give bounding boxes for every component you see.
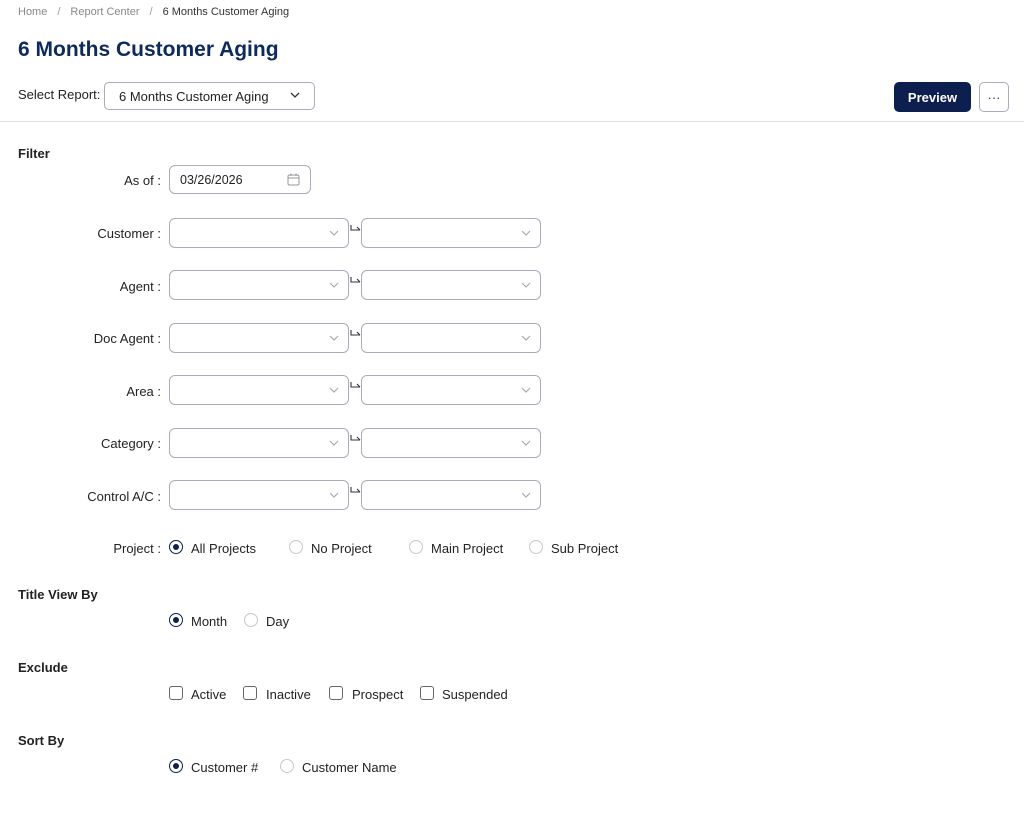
report-select[interactable]: 6 Months Customer Aging xyxy=(104,82,315,110)
control-ac-to-dropdown[interactable] xyxy=(361,480,541,510)
project-all-radio[interactable] xyxy=(169,540,183,554)
more-icon: ··· xyxy=(987,89,1001,105)
exclude-inactive-label[interactable]: Inactive xyxy=(266,687,311,702)
breadcrumb-current: 6 Months Customer Aging xyxy=(162,6,290,18)
exclude-active-label[interactable]: Active xyxy=(191,687,226,702)
preview-button[interactable]: Preview xyxy=(894,82,971,112)
range-arrow-icon xyxy=(350,277,361,283)
chevron-down-icon xyxy=(329,440,339,446)
agent-from-dropdown[interactable] xyxy=(169,270,349,300)
range-arrow-icon xyxy=(350,330,361,336)
breadcrumb-home-link[interactable]: Home xyxy=(18,6,47,18)
customer-from-dropdown[interactable] xyxy=(169,218,349,248)
chevron-down-icon xyxy=(521,230,531,236)
control-ac-range-label: Control A/C : xyxy=(87,489,161,504)
project-label: Project : xyxy=(113,541,161,556)
project-none-radio[interactable] xyxy=(289,540,303,554)
agent-to-dropdown[interactable] xyxy=(361,270,541,300)
doc-agent-from-dropdown[interactable] xyxy=(169,323,349,353)
control-ac-from-dropdown[interactable] xyxy=(169,480,349,510)
category-range-label: Category : xyxy=(101,436,161,451)
breadcrumb-separator: / xyxy=(149,6,153,18)
sort-customer-number-radio[interactable] xyxy=(169,759,183,773)
chevron-down-icon xyxy=(329,387,339,393)
doc-agent-range-label: Doc Agent : xyxy=(93,331,161,346)
chevron-down-icon xyxy=(290,92,300,98)
chevron-down-icon xyxy=(521,335,531,341)
view-month-radio[interactable] xyxy=(169,613,183,627)
calendar-icon[interactable] xyxy=(287,173,300,186)
chevron-down-icon xyxy=(329,335,339,341)
page-title: 6 Months Customer Aging xyxy=(18,38,279,61)
project-main-radio[interactable] xyxy=(409,540,423,554)
chevron-down-icon xyxy=(521,282,531,288)
project-none-label[interactable]: No Project xyxy=(311,541,372,556)
range-arrow-icon xyxy=(350,487,361,493)
range-arrow-icon xyxy=(350,225,361,231)
project-all-label[interactable]: All Projects xyxy=(191,541,256,556)
chevron-down-icon xyxy=(329,492,339,498)
filter-heading: Filter xyxy=(18,146,50,161)
exclude-suspended-checkbox[interactable] xyxy=(420,686,434,700)
report-select-value: 6 Months Customer Aging xyxy=(119,88,269,104)
exclude-inactive-checkbox[interactable] xyxy=(243,686,257,700)
title-view-by-heading: Title View By xyxy=(18,587,98,602)
toolbar-divider xyxy=(0,121,1024,122)
view-day-radio[interactable] xyxy=(244,613,258,627)
exclude-active-checkbox[interactable] xyxy=(169,686,183,700)
breadcrumb: Home / Report Center / 6 Months Customer… xyxy=(18,6,289,18)
more-options-button[interactable]: ··· xyxy=(979,82,1009,112)
exclude-heading: Exclude xyxy=(18,660,68,675)
project-main-label[interactable]: Main Project xyxy=(431,541,503,556)
view-month-label[interactable]: Month xyxy=(191,614,227,629)
category-from-dropdown[interactable] xyxy=(169,428,349,458)
as-of-date-value: 03/26/2026 xyxy=(180,172,243,187)
view-day-label[interactable]: Day xyxy=(266,614,289,629)
range-arrow-icon xyxy=(350,382,361,388)
as-of-date-input[interactable]: 03/26/2026 xyxy=(169,165,311,194)
doc-agent-to-dropdown[interactable] xyxy=(361,323,541,353)
exclude-prospect-label[interactable]: Prospect xyxy=(352,687,403,702)
breadcrumb-separator: / xyxy=(57,6,61,18)
sort-customer-number-label[interactable]: Customer # xyxy=(191,760,258,775)
sort-customer-name-label[interactable]: Customer Name xyxy=(302,760,397,775)
chevron-down-icon xyxy=(521,440,531,446)
customer-range-label: Customer : xyxy=(97,226,161,241)
project-sub-label[interactable]: Sub Project xyxy=(551,541,618,556)
area-range-label: Area : xyxy=(126,384,161,399)
chevron-down-icon xyxy=(329,230,339,236)
sort-by-heading: Sort By xyxy=(18,733,65,748)
as-of-label: As of : xyxy=(124,173,161,188)
area-from-dropdown[interactable] xyxy=(169,375,349,405)
project-sub-radio[interactable] xyxy=(529,540,543,554)
exclude-suspended-label[interactable]: Suspended xyxy=(442,687,508,702)
chevron-down-icon xyxy=(329,282,339,288)
category-to-dropdown[interactable] xyxy=(361,428,541,458)
range-arrow-icon xyxy=(350,435,361,441)
area-to-dropdown[interactable] xyxy=(361,375,541,405)
breadcrumb-report-center-link[interactable]: Report Center xyxy=(70,6,139,18)
sort-customer-name-radio[interactable] xyxy=(280,759,294,773)
chevron-down-icon xyxy=(521,387,531,393)
agent-range-label: Agent : xyxy=(119,279,161,294)
select-report-label: Select Report: xyxy=(18,87,101,102)
chevron-down-icon xyxy=(521,492,531,498)
customer-to-dropdown[interactable] xyxy=(361,218,541,248)
exclude-prospect-checkbox[interactable] xyxy=(329,686,343,700)
